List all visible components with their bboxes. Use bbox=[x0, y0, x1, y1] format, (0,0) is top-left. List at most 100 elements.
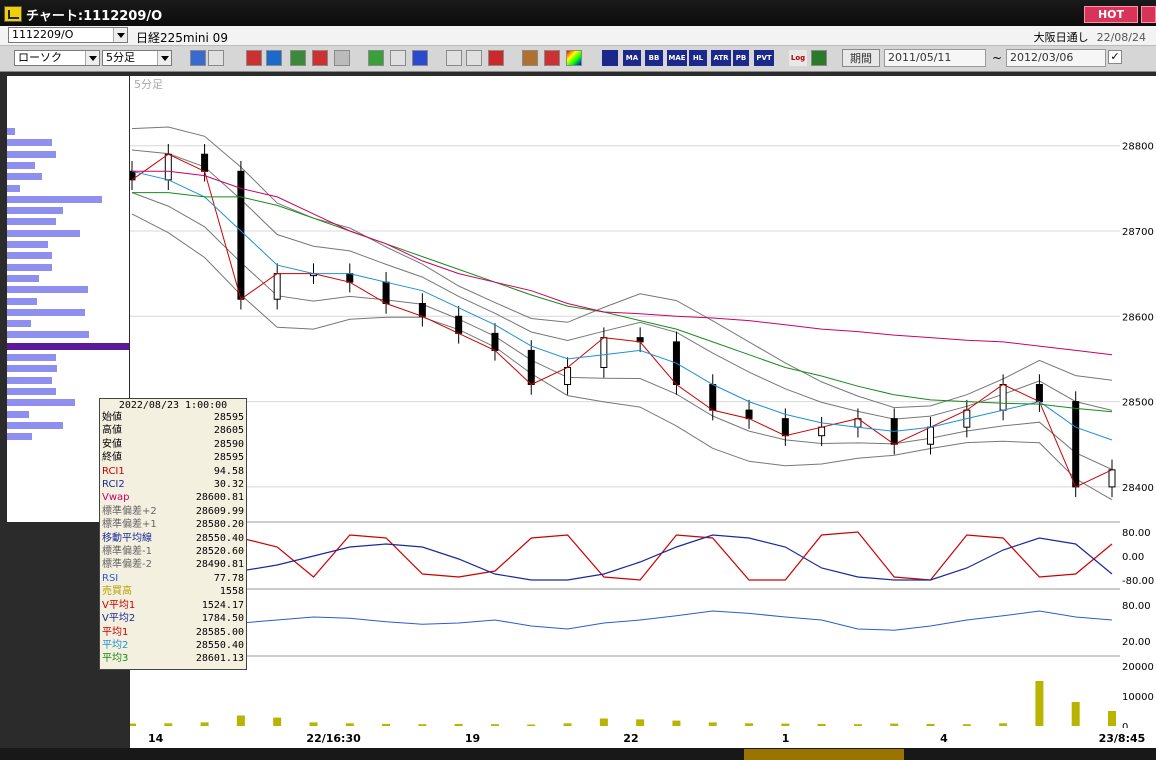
info-row: 標準偏差-2 28490.81 bbox=[102, 558, 244, 571]
rci-axis-label: -80.00 bbox=[1122, 576, 1154, 587]
chart-toolbar: ローソク 5分足 MA BB MAE HL ATR PB PVT Log 期間 … bbox=[0, 46, 1156, 72]
candlestick bbox=[1108, 469, 1116, 488]
volume-bar bbox=[200, 722, 209, 726]
ma3-line bbox=[132, 192, 1113, 413]
bar-chart-icon[interactable] bbox=[602, 50, 618, 66]
chevron-down-icon[interactable] bbox=[85, 51, 99, 65]
info-value: 28609.99 bbox=[195, 505, 244, 517]
volume-bar bbox=[490, 724, 499, 726]
app-chart-icon bbox=[4, 6, 22, 22]
alert-icon[interactable] bbox=[334, 50, 350, 66]
pb-button[interactable]: PB bbox=[733, 50, 749, 66]
time-axis-svg: 14 22/16:30 19 22 1 4 23/8:45 bbox=[148, 732, 1145, 745]
volume-bar bbox=[164, 723, 173, 726]
info-key: RSI bbox=[102, 572, 119, 584]
search-chart-icon[interactable] bbox=[266, 50, 282, 66]
info-key: 標準偏差+2 bbox=[102, 505, 157, 517]
volume-bar bbox=[454, 723, 463, 726]
volume-profile-bar bbox=[7, 184, 20, 192]
zoom-icon[interactable] bbox=[190, 50, 206, 66]
date-to-field[interactable]: 2012/03/06 bbox=[1006, 49, 1106, 67]
info-row: 始値 28595 bbox=[102, 411, 244, 424]
info-key: 標準偏差-2 bbox=[102, 559, 152, 571]
wrench-icon[interactable] bbox=[544, 50, 560, 66]
time-axis-label: 19 bbox=[465, 732, 480, 745]
info-row: V平均2 1784.50 bbox=[102, 612, 244, 625]
info-value: 28490.81 bbox=[195, 559, 244, 571]
settings-gear-icon[interactable] bbox=[522, 50, 538, 66]
all-range-icon[interactable] bbox=[488, 50, 504, 66]
volume-bar bbox=[1108, 711, 1116, 726]
volume-bar bbox=[309, 722, 318, 726]
candlestick bbox=[709, 384, 717, 411]
timeframe-select[interactable]: 5分足 bbox=[102, 50, 172, 66]
hl-button[interactable]: HL bbox=[689, 50, 707, 66]
ma-button[interactable]: MA bbox=[623, 50, 641, 66]
chart-canvas[interactable]: 5分足 bbox=[128, 76, 1120, 728]
candlestick bbox=[1072, 401, 1080, 488]
volume-profile-bar bbox=[7, 410, 29, 418]
volume-profile-bar bbox=[7, 308, 85, 316]
scrollbar-thumb[interactable] bbox=[744, 749, 904, 760]
zoom-in-icon[interactable] bbox=[446, 50, 462, 66]
price-axis-label: 28800 bbox=[1122, 142, 1154, 153]
export-icon[interactable] bbox=[811, 50, 827, 66]
price-axis-label: 28400 bbox=[1122, 483, 1154, 494]
redo-icon[interactable] bbox=[412, 50, 428, 66]
info-key: RCI1 bbox=[102, 465, 125, 477]
volume-bar bbox=[999, 723, 1008, 726]
volume-bar bbox=[236, 715, 245, 726]
info-row: 標準偏差+1 28580.20 bbox=[102, 518, 244, 531]
chevron-down-icon[interactable] bbox=[157, 51, 171, 65]
mae-button[interactable]: MAE bbox=[667, 50, 687, 66]
volume-profile-bar bbox=[7, 342, 129, 350]
info-row: RSI 77.78 bbox=[102, 572, 244, 585]
date-from-field[interactable]: 2011/05/11 bbox=[884, 49, 986, 67]
info-row: 売買高 1558 bbox=[102, 585, 244, 598]
info-value: 28601.13 bbox=[195, 653, 244, 665]
symbol-select[interactable]: 1112209/O bbox=[8, 27, 128, 43]
info-row: 平均3 28601.13 bbox=[102, 652, 244, 665]
volume-bar bbox=[745, 723, 754, 726]
volume-profile-bar bbox=[7, 173, 42, 181]
info-row: 平均1 28585.00 bbox=[102, 626, 244, 639]
color-palette-icon[interactable] bbox=[566, 50, 582, 66]
compare-icon[interactable] bbox=[312, 50, 328, 66]
bb-button[interactable]: BB bbox=[645, 50, 663, 66]
date-range-checkbox[interactable]: ✓ bbox=[1108, 50, 1122, 64]
title-bar: チャート:1112209/O HOT bbox=[0, 0, 1156, 26]
indicator-icon[interactable] bbox=[290, 50, 306, 66]
info-key: 標準偏差-1 bbox=[102, 546, 152, 558]
chevron-down-icon[interactable] bbox=[113, 28, 127, 42]
crosshair-icon[interactable] bbox=[208, 50, 224, 66]
period-button[interactable]: 期間 bbox=[842, 49, 880, 67]
close-button[interactable] bbox=[1141, 6, 1156, 23]
time-axis-label: 4 bbox=[940, 732, 948, 745]
volume-bar bbox=[781, 723, 790, 726]
info-row: 安値 28590 bbox=[102, 438, 244, 451]
timeframe-value: 5分足 bbox=[106, 51, 135, 64]
hot-button[interactable]: HOT bbox=[1084, 6, 1138, 23]
atr-button[interactable]: ATR bbox=[711, 50, 731, 66]
candlestick bbox=[1035, 384, 1043, 403]
log-button[interactable]: Log bbox=[789, 50, 807, 66]
info-key: 売買高 bbox=[102, 586, 132, 598]
info-value: 28550.40 bbox=[195, 639, 244, 651]
volume-bar bbox=[527, 724, 536, 726]
rsi-axis-label: 80.00 bbox=[1122, 601, 1151, 612]
info-key: 平均2 bbox=[102, 639, 129, 651]
chart-type-select[interactable]: ローソク bbox=[14, 50, 100, 66]
pvt-button[interactable]: PVT bbox=[754, 50, 774, 66]
symbol-code: 1112209/O bbox=[12, 28, 74, 41]
price-axis: 28800 28700 28600 28500 28400 80.00 0.00 -80.00… bbox=[1120, 76, 1156, 733]
buy-sell-icon[interactable] bbox=[246, 50, 262, 66]
candlestick bbox=[999, 384, 1007, 411]
info-value: 77.78 bbox=[213, 572, 244, 584]
volume-profile-bar bbox=[7, 150, 56, 158]
zoom-out-icon[interactable] bbox=[466, 50, 482, 66]
info-row: 高値 28605 bbox=[102, 424, 244, 437]
market-session: 大阪日通し bbox=[1033, 31, 1089, 44]
cursor-icon[interactable] bbox=[390, 50, 406, 66]
market-date: 22/08/24 bbox=[1096, 31, 1146, 44]
pencil-icon[interactable] bbox=[368, 50, 384, 66]
